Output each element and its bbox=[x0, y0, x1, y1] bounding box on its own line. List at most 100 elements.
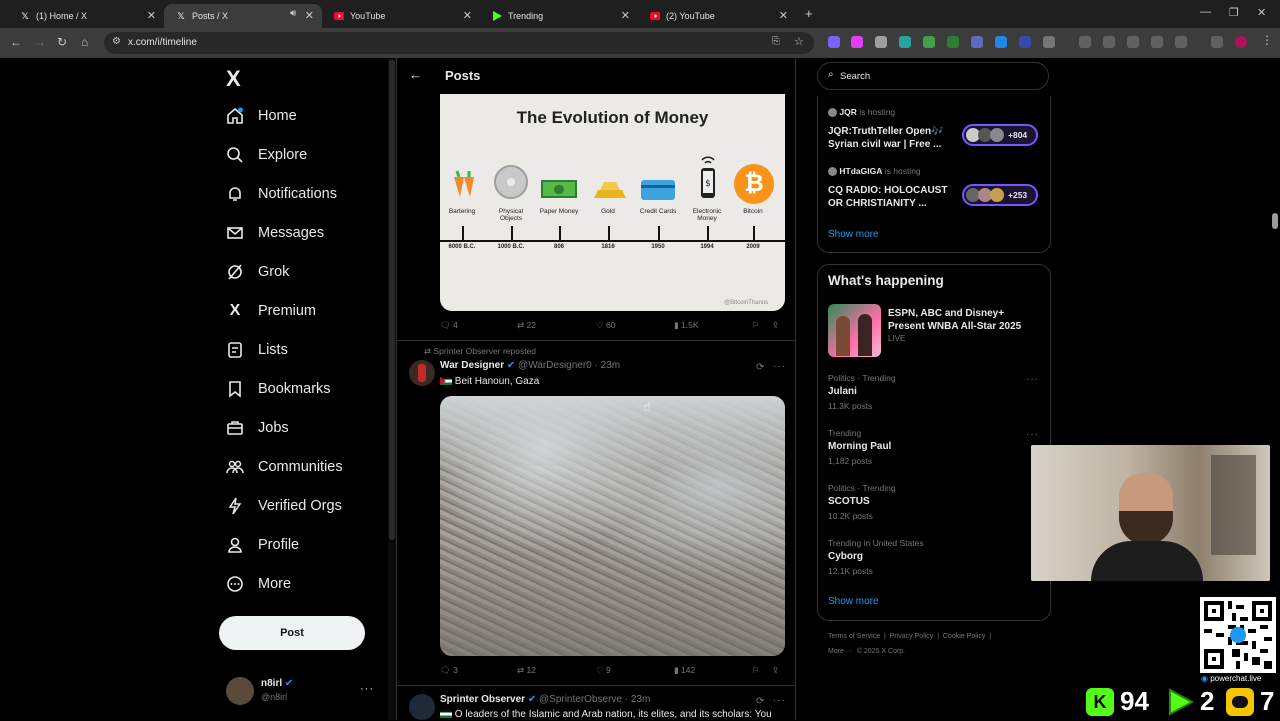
back-icon[interactable]: ← bbox=[10, 35, 22, 49]
post-more-icon[interactable]: ··· bbox=[773, 695, 786, 706]
tab-trending[interactable]: Trending ✕ bbox=[480, 4, 638, 28]
sidebar-item-jobs[interactable]: Jobs bbox=[226, 413, 289, 443]
trend-title[interactable]: Cyborg bbox=[828, 551, 863, 562]
repost-button[interactable]: ⇄ 22 bbox=[517, 320, 536, 331]
sidebar-item-home[interactable]: Home bbox=[226, 101, 297, 131]
featured-title[interactable]: ESPN, ABC and Disney+ Present WNBA All-S… bbox=[888, 307, 1021, 333]
back-arrow-icon[interactable]: ← bbox=[409, 67, 422, 82]
grok-icon[interactable]: ⟳ bbox=[756, 696, 764, 707]
close-icon[interactable]: ✕ bbox=[463, 9, 472, 22]
sidebar-item-notifications[interactable]: Notifications bbox=[226, 179, 337, 209]
sidebar-item-bookmarks[interactable]: Bookmarks bbox=[226, 374, 331, 404]
space-listeners-pill[interactable]: +804 bbox=[962, 124, 1038, 146]
sidebar-item-verified-orgs[interactable]: Verified Orgs bbox=[226, 491, 342, 521]
tab-youtube-2[interactable]: (2) YouTube ✕ bbox=[638, 4, 796, 28]
sidebar-item-more[interactable]: More bbox=[226, 569, 291, 599]
minimize-icon[interactable]: — bbox=[1200, 6, 1211, 18]
page-scrollbar-thumb[interactable] bbox=[1272, 213, 1278, 229]
bookmark-icon[interactable]: ⚐ bbox=[752, 320, 760, 331]
tab-home-x[interactable]: 𝕏 (1) Home / X ✕ bbox=[8, 4, 164, 28]
sidebar-item-profile[interactable]: Profile bbox=[226, 530, 299, 560]
post-time[interactable]: · 23m bbox=[625, 694, 651, 705]
footer-link[interactable]: Privacy Policy bbox=[890, 633, 934, 640]
trend-more-icon[interactable]: ··· bbox=[1026, 429, 1039, 440]
tab-posts-x[interactable]: 𝕏 Posts / X 🔊︎ ✕ bbox=[164, 4, 322, 28]
tab-search-icon[interactable] bbox=[1211, 36, 1223, 48]
close-icon[interactable]: ✕ bbox=[621, 9, 630, 22]
extension-icon[interactable] bbox=[1103, 36, 1115, 48]
post-time[interactable]: · 23m bbox=[595, 360, 621, 371]
space-listeners-pill[interactable]: +253 bbox=[962, 184, 1038, 206]
post-more-icon[interactable]: ··· bbox=[773, 361, 786, 372]
sidebar-item-grok[interactable]: Grok bbox=[226, 257, 289, 287]
post-handle[interactable]: @SprinterObserve bbox=[539, 694, 622, 705]
avatar[interactable] bbox=[226, 677, 254, 705]
reload-icon[interactable]: ↻ bbox=[57, 35, 67, 49]
bookmark-star-icon[interactable]: ☆ bbox=[794, 35, 804, 48]
bookmark-icon[interactable]: ⚐ bbox=[752, 665, 760, 676]
trend-title[interactable]: Morning Paul bbox=[828, 441, 891, 452]
sidebar-item-premium[interactable]: X Premium bbox=[226, 296, 316, 326]
home-icon[interactable]: ⌂ bbox=[81, 35, 88, 49]
x-logo-icon[interactable]: X bbox=[226, 66, 241, 92]
devtools-icon[interactable] bbox=[1127, 36, 1139, 48]
site-info-icon[interactable]: ⚙ bbox=[112, 36, 121, 47]
speaker-icon[interactable]: 🔊︎ bbox=[290, 8, 296, 19]
browser-menu-icon[interactable]: ⋮ bbox=[1261, 33, 1273, 47]
footer-more-link[interactable]: More ··· bbox=[828, 648, 853, 655]
account-menu-icon[interactable]: ··· bbox=[360, 683, 374, 695]
extension-icon[interactable] bbox=[875, 36, 887, 48]
sidebar-item-messages[interactable]: Messages bbox=[226, 218, 324, 248]
space-title[interactable]: JQR:TruthTeller Open🎶 Syrian civil war |… bbox=[828, 125, 944, 151]
restore-icon[interactable]: ❐ bbox=[1229, 6, 1239, 19]
footer-link[interactable]: Cookie Policy bbox=[943, 633, 985, 640]
views-button[interactable]: ▮ 1.5K bbox=[674, 320, 699, 331]
reading-list-icon[interactable] bbox=[1151, 36, 1163, 48]
close-icon[interactable]: ✕ bbox=[305, 9, 314, 22]
repost-note[interactable]: Sprinter Observer reposted bbox=[434, 346, 537, 356]
close-icon[interactable]: ✕ bbox=[147, 9, 156, 22]
sidebar-item-communities[interactable]: Communities bbox=[226, 452, 343, 482]
tab-youtube[interactable]: YouTube ✕ bbox=[322, 4, 480, 28]
forward-icon[interactable]: → bbox=[34, 35, 46, 49]
reply-button[interactable]: 🗨︎ 3 bbox=[440, 665, 458, 676]
share-icon[interactable]: ⇪ bbox=[772, 665, 779, 676]
post-handle[interactable]: @WarDesigner0 bbox=[518, 360, 592, 371]
sidebar-item-lists[interactable]: Lists bbox=[226, 335, 288, 365]
new-tab-icon[interactable]: + bbox=[805, 6, 813, 21]
views-button[interactable]: ▮ 142 bbox=[674, 665, 695, 676]
left-scrollbar-thumb[interactable] bbox=[389, 60, 395, 540]
repost-button[interactable]: ⇄ 12 bbox=[517, 665, 536, 676]
trend-title[interactable]: Julani bbox=[828, 386, 857, 397]
window-close-icon[interactable]: ✕ bbox=[1257, 6, 1266, 19]
extension-icon[interactable] bbox=[1019, 36, 1031, 48]
avatar[interactable] bbox=[409, 694, 435, 720]
show-more-link[interactable]: Show more bbox=[828, 229, 879, 240]
space-title[interactable]: CQ RADIO: HOLOCAUST OR CHRISTIANITY ... bbox=[828, 184, 947, 210]
post-author[interactable]: Sprinter Observer bbox=[440, 694, 525, 705]
profile-avatar-icon[interactable] bbox=[1235, 36, 1247, 48]
like-button[interactable]: ♡ 60 bbox=[596, 320, 615, 331]
side-panel-icon[interactable] bbox=[1175, 36, 1187, 48]
extension-icon[interactable] bbox=[899, 36, 911, 48]
post-author[interactable]: War Designer bbox=[440, 360, 504, 371]
post-button[interactable]: Post bbox=[219, 616, 365, 650]
reply-button[interactable]: 🗨︎ 4 bbox=[440, 320, 458, 331]
show-more-link[interactable]: Show more bbox=[828, 596, 879, 607]
extension-icon[interactable] bbox=[828, 36, 840, 48]
share-icon[interactable]: ⇪ bbox=[772, 320, 779, 331]
extension-icon[interactable] bbox=[947, 36, 959, 48]
extension-icon[interactable] bbox=[995, 36, 1007, 48]
address-bar[interactable]: ⚙ x.com/i/timeline ⎘ ☆ bbox=[104, 32, 814, 54]
trend-more-icon[interactable]: ··· bbox=[1026, 374, 1039, 385]
extension-icon[interactable] bbox=[851, 36, 863, 48]
post-image[interactable] bbox=[440, 396, 785, 656]
post-image[interactable]: The Evolution of Money $ ₿ Bartering 6000… bbox=[440, 94, 785, 311]
avatar[interactable] bbox=[409, 360, 435, 386]
trend-title[interactable]: SCOTUS bbox=[828, 496, 870, 507]
grok-icon[interactable]: ⟳ bbox=[756, 362, 764, 373]
featured-thumbnail[interactable] bbox=[828, 304, 881, 357]
close-icon[interactable]: ✕ bbox=[779, 9, 788, 22]
install-app-icon[interactable]: ⎘ bbox=[772, 36, 780, 47]
history-icon[interactable] bbox=[1079, 36, 1091, 48]
